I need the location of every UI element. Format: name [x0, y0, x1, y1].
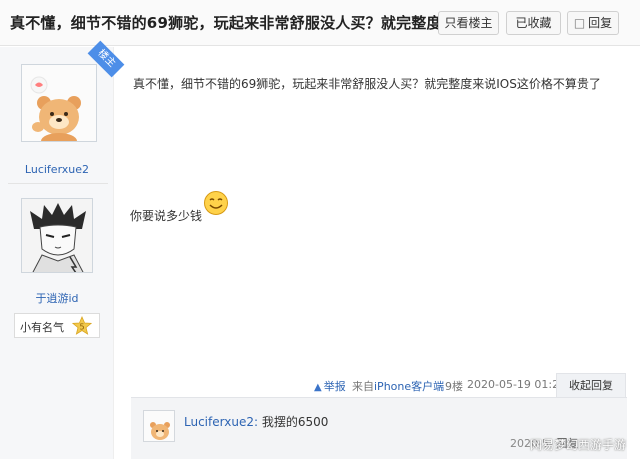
source-info: 来自iPhone客户端 — [352, 378, 444, 394]
post-content: 真不懂，细节不错的69狮驼，玩起来非常舒服没人买？就完整度来说IOS这价格不算贵… — [133, 77, 601, 91]
sub-reply-avatar[interactable] — [143, 410, 175, 442]
bear-avatar — [22, 65, 96, 141]
favorited-button[interactable]: 已收藏 — [506, 11, 561, 35]
author-avatar[interactable] — [21, 64, 97, 142]
anime-boy-avatar — [22, 199, 92, 272]
sub-reply-text: Luciferxue2: 我摆的6500 — [184, 413, 328, 430]
replier-name[interactable]: 于逍游id — [0, 290, 114, 306]
warning-icon: ▲ — [314, 382, 322, 393]
thread-title: 真不懂，细节不错的69狮驼，玩起来非常舒服没人买？就完整度来 — [10, 14, 457, 32]
smiley-icon — [204, 191, 228, 215]
post-time: 2020-05-19 01:24 — [467, 378, 567, 391]
bear-avatar-small — [144, 411, 174, 441]
source-client-link[interactable]: iPhone客户端 — [374, 380, 444, 393]
report-label: 举报 — [323, 380, 346, 393]
level-badge: 小有名气 5 — [14, 313, 100, 338]
level-text: 小有名气 — [20, 321, 64, 334]
only-owner-button[interactable]: 只看楼主 — [438, 11, 499, 35]
collapse-replies-button[interactable]: 收起回复 — [556, 373, 626, 397]
quote-text: 你要说多少钱 — [130, 209, 203, 223]
divider — [8, 183, 108, 184]
floor-number: 9楼 — [445, 380, 463, 393]
author-sidebar: 楼主 Luciferxue2 于逍游id 小有名气 5 — [0, 40, 125, 459]
author-name[interactable]: Luciferxue2 — [0, 163, 114, 176]
star-level-icon: 5 — [72, 316, 92, 335]
sub-reply-content: 我摆的6500 — [261, 415, 329, 429]
replier-avatar[interactable] — [21, 198, 93, 273]
watermark: 网易梦幻西游手游 — [530, 438, 627, 452]
reply-button-label: 回复 — [588, 16, 613, 30]
report-link[interactable]: ▲ 举报 — [314, 378, 346, 394]
sub-reply-user[interactable]: Luciferxue2: — [184, 415, 258, 429]
thread-header: 真不懂，细节不错的69狮驼，玩起来非常舒服没人买？就完整度来 只看楼主 已收藏 … — [0, 0, 640, 46]
reply-button[interactable]: □ 回复 — [567, 11, 619, 35]
level-number: 5 — [79, 323, 84, 332]
source-prefix: 来自 — [352, 380, 374, 393]
reply-icon: □ — [573, 16, 586, 30]
